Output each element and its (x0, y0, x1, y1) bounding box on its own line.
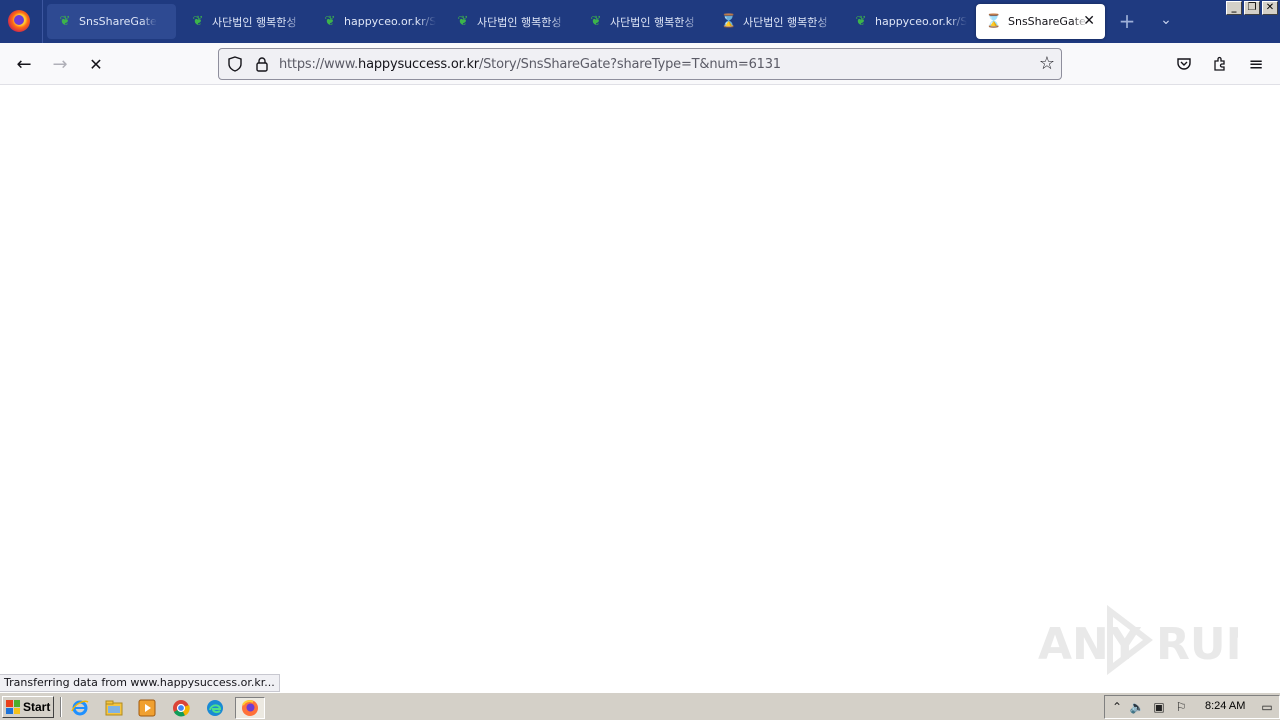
tab-strip: ❦ SnsShareGate ❦ 사단법인 행복한성 ❦ happyceo.or… (0, 0, 1280, 43)
system-tray: ⌃ 🔈 ▣ ⚐ 8:24 AM ▭ (1104, 695, 1280, 719)
new-tab-button[interactable]: + (1117, 10, 1137, 32)
taskbar: Start ⌃ 🔈 ▣ ⚐ 8:24 AM ▭ (0, 692, 1280, 720)
tab-8-active[interactable]: ⌛ SnsShareGate ✕ (976, 4, 1105, 39)
clock[interactable]: 8:24 AM (1205, 700, 1245, 712)
tab-title: 사단법인 행복한성 (477, 15, 562, 29)
media-player-icon[interactable] (135, 697, 159, 719)
pocket-icon (1177, 58, 1191, 70)
firefox-menu-icon[interactable] (8, 10, 30, 32)
tab-title: SnsShareGate (1008, 15, 1086, 28)
edge-icon[interactable] (203, 697, 227, 719)
tab-7[interactable]: ❦ happyceo.or.kr/Sto (843, 4, 969, 39)
extensions-button[interactable] (1208, 52, 1232, 76)
stop-button[interactable]: ✕ (82, 51, 110, 77)
tab-title: 사단법인 행복한성 (610, 15, 695, 29)
url-text[interactable]: https://www.happysuccess.or.kr/Story/Sns… (279, 57, 781, 72)
anyrun-watermark: ANY RUN (1038, 605, 1238, 675)
url-path: /Story/SnsShareGate?shareType=T&num=6131 (478, 57, 781, 72)
start-label: Start (23, 700, 51, 714)
explorer-icon[interactable] (102, 697, 126, 719)
tab-2[interactable]: ❦ 사단법인 행복한성 (180, 4, 306, 39)
hourglass-icon: ⌛ (720, 13, 738, 29)
chrome-icon[interactable] (169, 697, 193, 719)
firefox-taskbar-icon[interactable] (235, 697, 265, 719)
pocket-button[interactable] (1172, 52, 1196, 76)
tab-divider (42, 0, 43, 43)
leaf-icon: ❦ (192, 13, 204, 29)
navigation-toolbar: ← → ✕ https://www.happysuccess.or.kr/Sto… (0, 43, 1280, 85)
url-host: happysuccess.or.kr (358, 57, 479, 72)
tab-4[interactable]: ❦ 사단법인 행복한성 (445, 4, 571, 39)
action-center-flag-icon[interactable]: ⚐ (1173, 699, 1189, 715)
restore-button[interactable]: ❐ (1244, 1, 1260, 15)
window-controls: _ ❐ ✕ (1226, 1, 1278, 15)
volume-icon[interactable]: 🔈 (1129, 699, 1145, 715)
app-menu-button[interactable]: ≡ (1244, 52, 1268, 76)
leaf-icon: ❦ (590, 13, 602, 29)
leaf-icon: ❦ (855, 13, 867, 29)
tab-1[interactable]: ❦ SnsShareGate (47, 4, 176, 39)
tab-3[interactable]: ❦ happyceo.or.kr/Sto (312, 4, 438, 39)
leaf-icon: ❦ (59, 13, 71, 29)
tab-6[interactable]: ⌛ 사단법인 행복한성 (711, 4, 837, 39)
hourglass-icon: ⌛ (985, 13, 1003, 29)
show-desktop-icon[interactable]: ▭ (1259, 699, 1275, 715)
status-bar: Transferring data from www.happysuccess.… (0, 674, 280, 692)
list-all-tabs-button[interactable]: ⌄ (1156, 12, 1176, 30)
bookmark-star-icon[interactable]: ☆ (1039, 54, 1055, 74)
network-icon[interactable]: ▣ (1151, 699, 1167, 715)
leaf-icon: ❦ (324, 13, 336, 29)
tracking-protection-icon[interactable] (227, 56, 243, 72)
show-hidden-icons-icon[interactable]: ⌃ (1109, 699, 1125, 715)
page-content (0, 85, 1280, 692)
tab-5[interactable]: ❦ 사단법인 행복한성 (578, 4, 704, 39)
address-bar[interactable]: https://www.happysuccess.or.kr/Story/Sns… (218, 48, 1062, 80)
tab-title: 사단법인 행복한성 (212, 15, 297, 29)
ie-icon[interactable] (68, 697, 92, 719)
close-tab-icon[interactable]: ✕ (1083, 14, 1095, 28)
start-button[interactable]: Start (2, 696, 54, 718)
puzzle-icon (1214, 56, 1225, 71)
lock-icon[interactable] (255, 56, 269, 72)
back-button[interactable]: ← (10, 51, 38, 77)
tab-title: happyceo.or.kr/Sto (344, 15, 436, 28)
close-window-button[interactable]: ✕ (1262, 1, 1278, 15)
windows-logo-icon (6, 700, 20, 714)
forward-button[interactable]: → (46, 51, 74, 77)
url-prefix: https://www. (279, 57, 359, 72)
leaf-icon: ❦ (457, 13, 469, 29)
tab-title: 사단법인 행복한성 (743, 15, 828, 29)
tab-title: happyceo.or.kr/Sto (875, 15, 967, 28)
tab-title: SnsShareGate (79, 15, 157, 28)
taskbar-separator (60, 697, 62, 717)
watermark-right-text: RUN (1156, 619, 1238, 670)
minimize-button[interactable]: _ (1226, 1, 1242, 15)
